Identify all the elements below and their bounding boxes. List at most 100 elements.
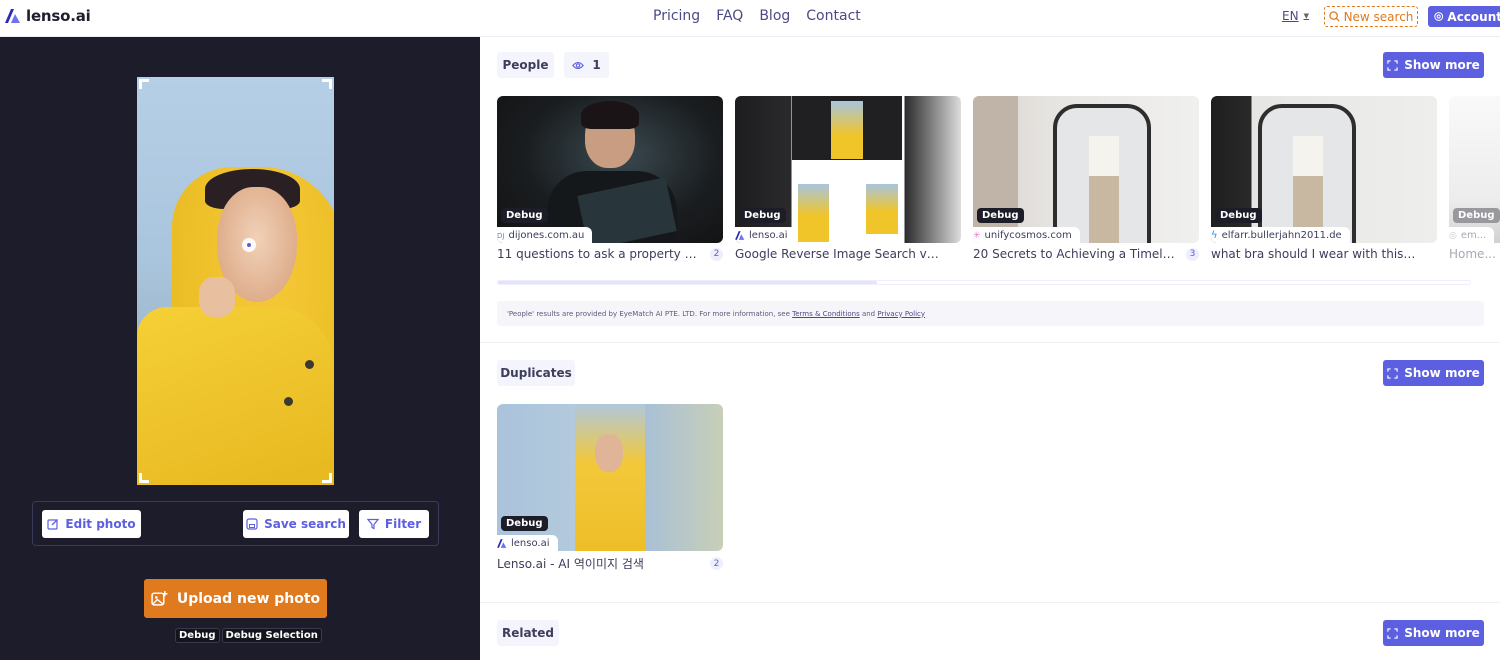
result-title[interactable]: what bra should I wear with this outfit … — [1211, 247, 1416, 261]
debug-controls: Debug Debug Selection — [175, 628, 322, 643]
thumb-pants — [1089, 176, 1119, 243]
eye-icon — [572, 61, 585, 69]
match-count-badge: 2 — [710, 557, 723, 570]
debug-button[interactable]: Debug — [175, 628, 220, 643]
upload-label: Upload new photo — [176, 590, 321, 607]
lenso-logo-icon — [5, 9, 20, 23]
crop-handle-top-left[interactable] — [139, 79, 149, 89]
face-marker-dot[interactable] — [242, 238, 256, 252]
result-thumbnail[interactable]: Debug ✳ unifycosmos.com — [973, 96, 1199, 243]
result-thumbnail[interactable]: Debug lenso.ai — [497, 404, 723, 551]
expand-icon — [1387, 367, 1398, 379]
language-label: EN — [1282, 9, 1299, 23]
expand-icon — [1387, 59, 1398, 71]
save-icon — [246, 518, 258, 530]
result-title-row: what bra should I wear with this outfit … — [1211, 247, 1437, 261]
terms-link[interactable]: Terms & Conditions — [792, 310, 860, 318]
new-search-button[interactable]: New search — [1324, 6, 1418, 27]
nav-contact[interactable]: Contact — [806, 8, 860, 24]
result-title[interactable]: Lenso.ai - AI 역이미지 검색 — [497, 555, 644, 572]
thumb-hair — [581, 101, 639, 129]
site-favicon-icon: ◎ — [1449, 230, 1457, 241]
result-source[interactable]: DJ dijones.com.au — [497, 227, 593, 243]
logo[interactable]: lenso.ai — [5, 7, 91, 25]
save-search-label: Save search — [264, 517, 346, 531]
photo-button — [284, 397, 293, 406]
result-title-row: 11 questions to ask a property manag... … — [497, 247, 723, 261]
image-add-icon — [151, 591, 168, 606]
crop-handle-bottom-left[interactable] — [139, 473, 149, 483]
source-domain: dijones.com.au — [508, 230, 585, 241]
result-card[interactable]: Debug lenso.ai Google Reverse Image Sear… — [735, 96, 961, 261]
nav-blog[interactable]: Blog — [759, 8, 790, 24]
thumb-mini-photo — [866, 184, 898, 234]
match-count-badge: 3 — [1186, 247, 1199, 261]
thumb-duplicate-photo — [575, 404, 645, 551]
result-thumbnail[interactable]: Debug lenso.ai — [735, 96, 961, 243]
result-title-row: 20 Secrets to Achieving a Timeless Lo...… — [973, 247, 1199, 261]
edit-photo-button[interactable]: Edit photo — [42, 510, 141, 538]
result-thumbnail[interactable]: Debug ◎ em... — [1449, 96, 1500, 243]
debug-badge: Debug — [501, 208, 548, 223]
people-show-more-button[interactable]: Show more — [1383, 52, 1484, 78]
debug-selection-button[interactable]: Debug Selection — [221, 628, 322, 643]
save-search-button[interactable]: Save search — [243, 510, 349, 538]
account-label: Account — [1447, 9, 1500, 24]
related-section: Related Show more — [480, 603, 1500, 660]
people-chip: People — [497, 52, 554, 78]
edit-photo-label: Edit photo — [65, 517, 136, 531]
result-title[interactable]: Google Reverse Image Search vs. lenso.a.… — [735, 247, 940, 261]
scrollbar-thumb[interactable] — [498, 281, 878, 284]
duplicates-show-more-button[interactable]: Show more — [1383, 360, 1484, 386]
language-selector[interactable]: EN ▼ — [1282, 9, 1309, 23]
carousel-scrollbar[interactable] — [497, 280, 1471, 285]
result-card[interactable]: Debug ✳ unifycosmos.com 20 Secrets to Ac… — [973, 96, 1199, 261]
result-title-row: Home... — [1449, 247, 1500, 261]
source-domain: lenso.ai — [749, 230, 788, 241]
result-title[interactable]: Home... — [1449, 247, 1496, 261]
result-source[interactable]: ϟ elfarr.bullerjahn2011.de — [1211, 227, 1350, 243]
crop-handle-bottom-right[interactable] — [322, 473, 332, 483]
result-thumbnail[interactable]: Debug ϟ elfarr.bullerjahn2011.de — [1211, 96, 1437, 243]
source-domain: elfarr.bullerjahn2011.de — [1221, 230, 1342, 241]
query-photo[interactable] — [137, 77, 334, 485]
user-circle-icon — [1434, 12, 1444, 21]
filter-icon — [366, 518, 379, 530]
crop-handle-top-right[interactable] — [322, 79, 332, 89]
result-thumbnail[interactable]: Debug DJ dijones.com.au — [497, 96, 723, 243]
photo-hand — [199, 277, 235, 317]
filter-button[interactable]: Filter — [359, 510, 429, 538]
new-search-label: New search — [1343, 9, 1414, 24]
upload-new-photo-button[interactable]: Upload new photo — [144, 579, 327, 618]
result-title-row: Google Reverse Image Search vs. lenso.a.… — [735, 247, 961, 261]
result-card[interactable]: Debug ◎ em... Home... — [1449, 96, 1500, 261]
thumb-mini-photo — [798, 184, 829, 242]
debug-badge: Debug — [501, 516, 548, 531]
account-button[interactable]: Account — [1428, 6, 1500, 27]
result-title[interactable]: 11 questions to ask a property manag... — [497, 247, 702, 261]
debug-badge: Debug — [1453, 208, 1500, 223]
site-favicon-icon: DJ — [497, 231, 505, 240]
result-card[interactable]: Debug DJ dijones.com.au 11 questions to … — [497, 96, 723, 261]
views-count-chip: 1 — [564, 52, 609, 78]
source-domain: em... — [1460, 230, 1487, 241]
debug-badge: Debug — [977, 208, 1024, 223]
result-source[interactable]: ◎ em... — [1449, 227, 1495, 243]
result-card[interactable]: Debug ϟ elfarr.bullerjahn2011.de what br… — [1211, 96, 1437, 261]
nav-pricing[interactable]: Pricing — [653, 8, 700, 24]
related-label: Related — [501, 626, 555, 640]
result-source[interactable]: ✳ unifycosmos.com — [973, 227, 1080, 243]
nav-faq[interactable]: FAQ — [716, 8, 743, 24]
related-show-more-button[interactable]: Show more — [1383, 620, 1484, 646]
result-source[interactable]: lenso.ai — [497, 535, 558, 551]
result-source[interactable]: lenso.ai — [735, 227, 796, 243]
privacy-link[interactable]: Privacy Policy — [877, 310, 925, 318]
edit-icon — [47, 519, 59, 530]
debug-badge: Debug — [1215, 208, 1262, 223]
photo-jacket — [137, 307, 334, 485]
brand-name: lenso.ai — [26, 7, 91, 25]
result-card[interactable]: Debug lenso.ai Lenso.ai - AI 역이미지 검색 2 — [497, 404, 723, 572]
people-label: People — [502, 58, 549, 72]
people-provider-notice: 'People' results are provided by EyeMatc… — [497, 301, 1484, 326]
result-title[interactable]: 20 Secrets to Achieving a Timeless Lo... — [973, 247, 1178, 261]
